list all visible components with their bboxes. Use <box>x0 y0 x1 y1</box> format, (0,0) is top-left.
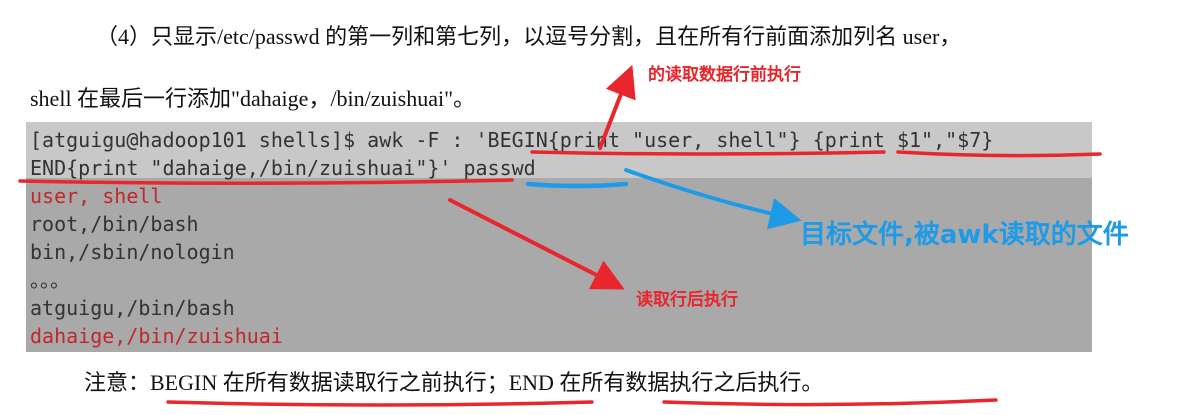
code-output-line: atguigu,/bin/bash <box>30 296 235 320</box>
code-command-line-2: END{print "dahaige,/bin/zuishuai"}' pass… <box>30 156 536 180</box>
code-output-footer: dahaige,/bin/zuishuai <box>30 324 283 348</box>
code-output-line: bin,/sbin/nologin <box>30 240 235 264</box>
annotation-target-file: 目标文件,被awk读取的文件 <box>800 220 1129 250</box>
code-output-ellipsis: 。。。 <box>30 268 70 292</box>
code-output-header: user, shell <box>30 184 163 208</box>
annotation-end: 读取行后执行 <box>636 290 738 310</box>
note-text: 注意：BEGIN 在所有数据读取行之前执行；END 在所有数据执行之后执行。 <box>84 370 824 395</box>
paragraph-line-1: （4）只显示/etc/passwd 的第一列和第七列，以逗号分割，且在所有行前面… <box>96 24 962 49</box>
code-output-line: root,/bin/bash <box>30 212 199 236</box>
paragraph-line-2: shell 在最后一行添加"dahaige，/bin/zuishuai"。 <box>30 86 476 111</box>
code-command-line-1: [atguigu@hadoop101 shells]$ awk -F : 'BE… <box>30 128 994 152</box>
annotation-begin: 的读取数据行前执行 <box>648 65 801 85</box>
underline-note-end <box>662 398 998 407</box>
underline-note-begin <box>166 400 594 407</box>
